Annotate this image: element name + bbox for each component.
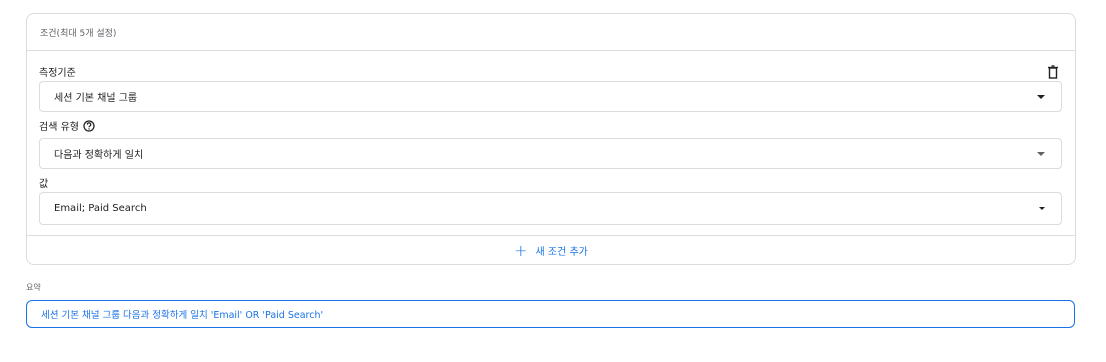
plus-icon: + bbox=[514, 240, 528, 260]
trash-icon[interactable] bbox=[1047, 64, 1059, 79]
summary-label: 요약 bbox=[26, 283, 41, 292]
metric-label: 측정기준 bbox=[39, 68, 76, 79]
value-select[interactable]: Email; Paid Search bbox=[39, 192, 1062, 225]
metric-label-row: 측정기준 bbox=[39, 64, 76, 79]
metric-select[interactable]: 세션 기본 채널 그룹 bbox=[39, 81, 1062, 112]
conditions-card: 조건(최대 5개 설정) 측정기준 세션 기본 채널 그룹 검색 유형 다음과 … bbox=[26, 13, 1076, 265]
add-condition-button[interactable]: + 새 조건 추가 bbox=[27, 236, 1075, 265]
value-label: 값 bbox=[39, 179, 49, 190]
dropdown-caret-icon bbox=[1037, 151, 1045, 156]
value-label-row: 값 bbox=[39, 175, 48, 190]
summary-box: 세션 기본 채널 그룹 다음과 정확하게 일치 'Email' OR 'Paid… bbox=[26, 300, 1075, 328]
match-type-select[interactable]: 다음과 정확하게 일치 bbox=[39, 138, 1062, 169]
dropdown-caret-icon bbox=[1039, 207, 1045, 210]
match-type-label: 검색 유형 bbox=[39, 122, 79, 133]
value-select-value: Email; Paid Search bbox=[54, 203, 147, 214]
help-icon[interactable] bbox=[83, 119, 95, 132]
add-condition-label: 새 조건 추가 bbox=[535, 247, 588, 258]
match-type-label-row: 검색 유형 bbox=[39, 118, 95, 133]
summary-text: 세션 기본 채널 그룹 다음과 정확하게 일치 'Email' OR 'Paid… bbox=[41, 310, 324, 321]
match-type-select-value: 다음과 정확하게 일치 bbox=[54, 150, 144, 161]
dropdown-caret-icon bbox=[1037, 94, 1045, 99]
metric-select-value: 세션 기본 채널 그룹 bbox=[54, 93, 138, 104]
conditions-header: 조건(최대 5개 설정) bbox=[27, 14, 1075, 51]
